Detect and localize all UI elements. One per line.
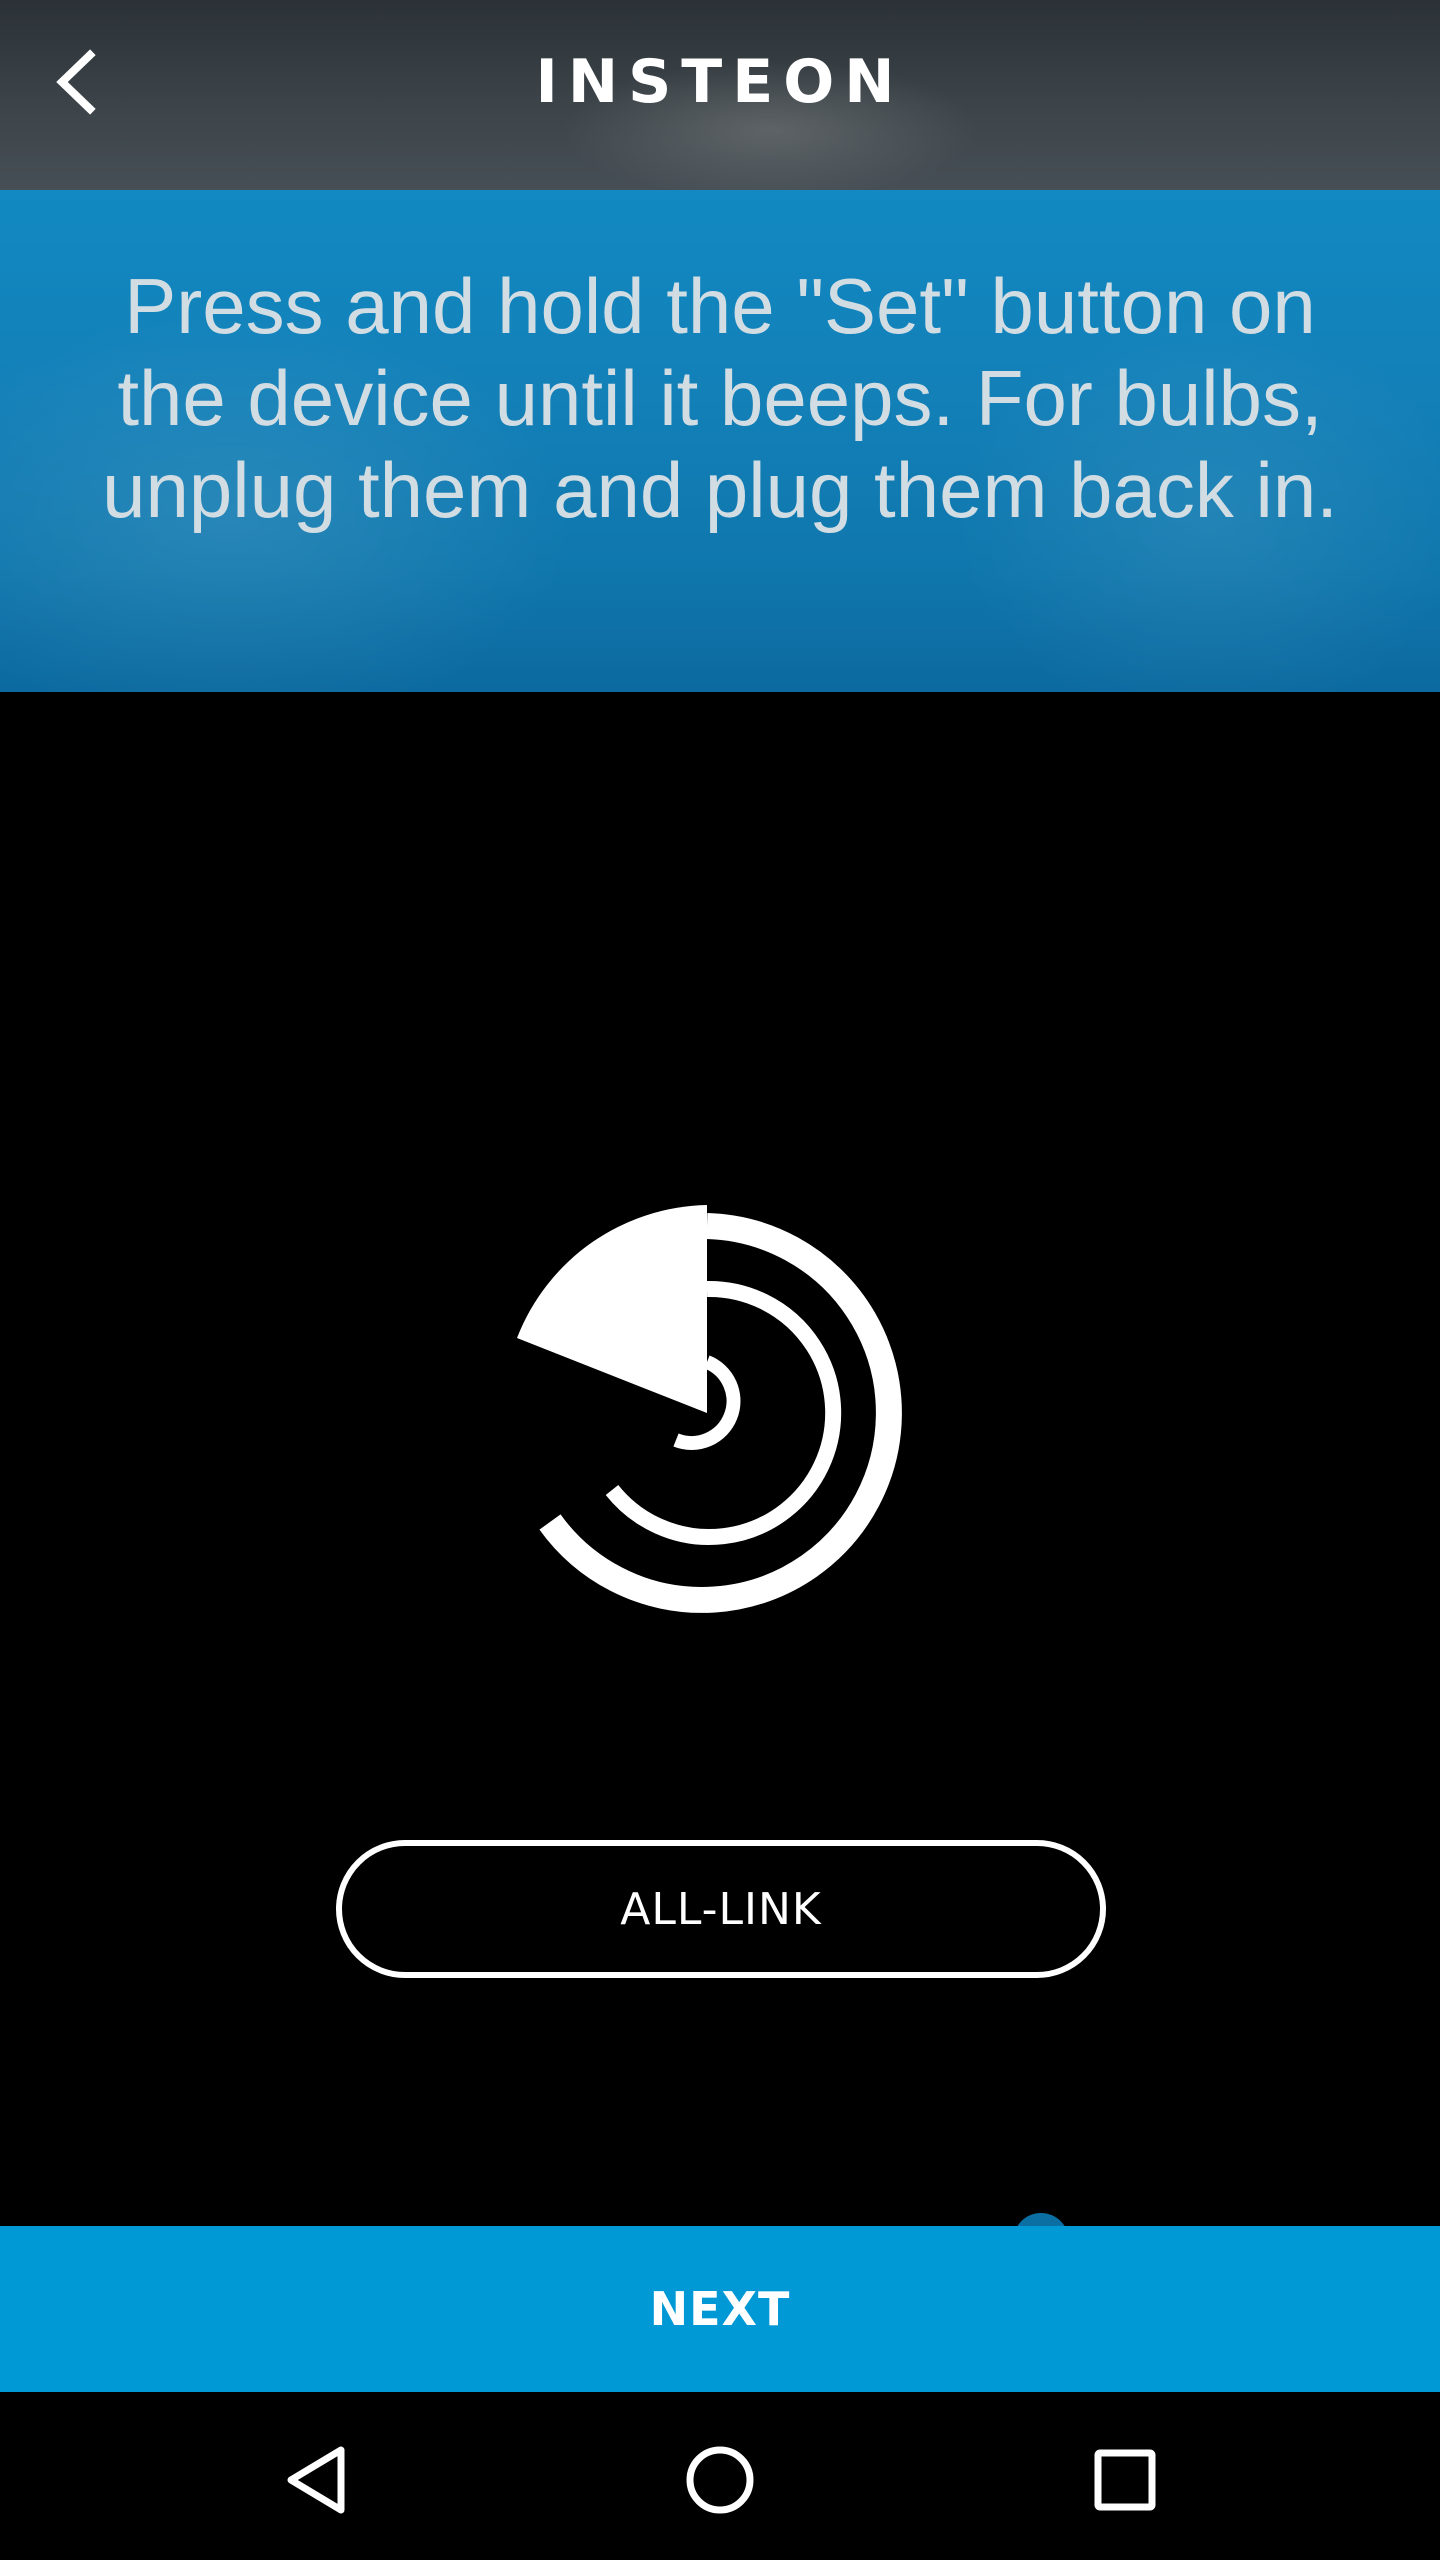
nav-home-icon bbox=[686, 2446, 754, 2514]
nav-recents-icon bbox=[1094, 2449, 1156, 2511]
screen: INSTEON Press and hold the "Set" button … bbox=[0, 0, 1440, 2560]
instruction-text: Press and hold the "Set" button on the d… bbox=[102, 262, 1338, 534]
next-button[interactable]: NEXT bbox=[0, 2226, 1440, 2392]
nav-back-icon bbox=[287, 2446, 345, 2514]
app-header: INSTEON bbox=[0, 0, 1440, 200]
nav-recents-button[interactable] bbox=[1075, 2430, 1175, 2530]
all-link-button[interactable]: ALL-LINK bbox=[336, 1840, 1106, 1978]
all-link-radar-icon bbox=[500, 1200, 920, 1620]
nav-back-button[interactable] bbox=[266, 2430, 366, 2530]
app-title: INSTEON bbox=[535, 47, 905, 117]
instruction-banner: Press and hold the "Set" button on the d… bbox=[0, 190, 1440, 692]
nav-home-button[interactable] bbox=[670, 2430, 770, 2530]
next-label: NEXT bbox=[649, 2282, 791, 2336]
all-link-label: ALL-LINK bbox=[620, 1883, 822, 1935]
